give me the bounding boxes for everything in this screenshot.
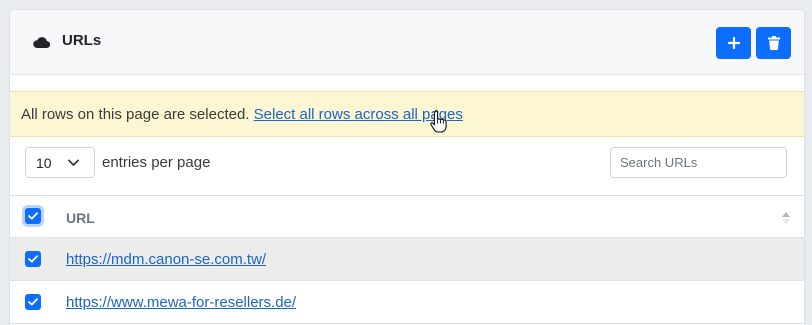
row-checkbox[interactable]	[25, 294, 41, 310]
card-header: URLs	[10, 10, 804, 75]
table-row: https://www.mewa-for-resellers.de/	[10, 281, 804, 324]
chevron-down-icon	[68, 159, 79, 166]
sort-icon[interactable]	[781, 211, 791, 225]
table-controls: 10 entries per page	[10, 147, 804, 195]
page-size-value: 10	[36, 155, 52, 171]
card-title: URLs	[62, 32, 102, 49]
cloud-icon	[33, 37, 50, 48]
check-icon	[28, 212, 38, 220]
url-link[interactable]: https://www.mewa-for-resellers.de/	[66, 294, 296, 311]
page-size-select[interactable]: 10	[25, 147, 95, 178]
selection-message: All rows on this page are selected.	[21, 106, 250, 123]
trash-icon	[767, 36, 780, 50]
column-header-url[interactable]: URL	[66, 210, 95, 226]
row-checkbox[interactable]	[25, 251, 41, 267]
plus-icon	[727, 37, 740, 49]
check-icon	[28, 298, 38, 306]
table-header: URL	[10, 195, 804, 238]
select-all-checkbox[interactable]	[25, 208, 41, 224]
urls-card: URLs All rows on this page are selected.…	[9, 9, 805, 325]
table-row: https://mdm.canon-se.com.tw/	[10, 238, 804, 281]
url-link[interactable]: https://mdm.canon-se.com.tw/	[66, 251, 266, 268]
search-input[interactable]	[610, 147, 787, 178]
selection-banner: All rows on this page are selected. Sele…	[10, 91, 804, 137]
check-icon	[28, 255, 38, 263]
delete-button[interactable]	[756, 27, 791, 59]
entries-per-page-label: entries per page	[102, 154, 211, 171]
add-url-button[interactable]	[716, 27, 751, 59]
hand-pointer-icon	[430, 109, 447, 133]
